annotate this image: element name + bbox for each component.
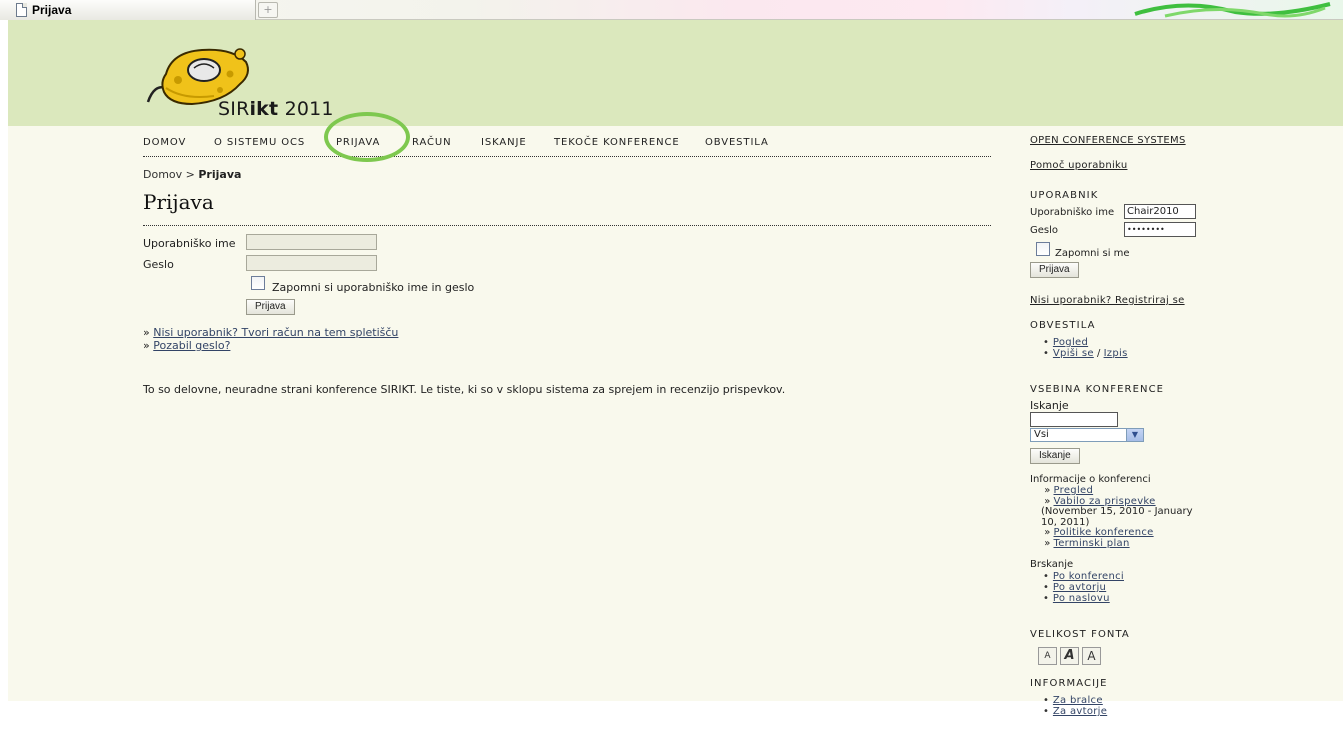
info-authors-link[interactable]: Za avtorje (1053, 706, 1107, 717)
search-scope-value: Vsi (1034, 429, 1049, 440)
breadcrumb-current: Prijava (198, 168, 242, 181)
main-navigation: DOMOV O SISTEMU OCS PRIJAVA RAČUN ISKANJ… (143, 137, 991, 157)
sidebar-username-label: Uporabniško ime (1030, 207, 1115, 218)
nav-item-iskanje[interactable]: ISKANJE (481, 137, 527, 148)
browse-list: Po konferenci Po avtorju Po naslovu (1043, 571, 1124, 604)
register-link[interactable]: Nisi uporabnik? Tvori račun na tem splet… (153, 326, 398, 339)
nav-item-tekoce-konference[interactable]: TEKOČE KONFERENCE (554, 137, 680, 148)
sidebar-remember-label: Zapomni si me (1055, 248, 1130, 259)
forgot-password-link[interactable]: Pozabil geslo? (153, 339, 230, 352)
font-large-button[interactable]: A (1082, 647, 1101, 665)
info-schedule-link[interactable]: Terminski plan (1054, 538, 1130, 549)
list-item: Po konferenci (1043, 571, 1124, 582)
browse-title-link[interactable]: Po naslovu (1053, 593, 1110, 604)
user-heading: UPORABNIK (1030, 190, 1099, 201)
nav-item-domov[interactable]: DOMOV (143, 137, 186, 148)
login-button[interactable]: Prijava (246, 299, 295, 315)
password-field[interactable] (246, 255, 377, 271)
sidebar-search-input[interactable] (1030, 412, 1118, 427)
browse-heading: Brskanje (1030, 559, 1074, 570)
site-header: SIRikt 2011 (8, 20, 1343, 126)
sidebar-username-field[interactable]: Chair2010 (1124, 204, 1196, 219)
browser-tab-title: Prijava (32, 3, 72, 17)
sidebar-login-button[interactable]: Prijava (1030, 262, 1079, 278)
nav-item-racun[interactable]: RAČUN (412, 137, 452, 148)
help-link[interactable]: Pomoč uporabniku (1030, 160, 1127, 171)
sidebar-search-button[interactable]: Iskanje (1030, 448, 1080, 464)
font-size-heading: VELIKOST FONTA (1030, 629, 1130, 640)
register-link-row: » Nisi uporabnik? Tvori račun na tem spl… (143, 326, 399, 339)
font-small-button[interactable]: A (1038, 647, 1057, 665)
breadcrumb-home[interactable]: Domov (143, 168, 182, 181)
conference-info-heading: Informacije o konferenci (1030, 474, 1151, 485)
notices-heading: OBVESTILA (1030, 320, 1096, 331)
list-item: Pogled (1043, 337, 1128, 348)
nav-item-obvestila[interactable]: OBVESTILA (705, 137, 769, 148)
font-default-button[interactable]: A (1060, 647, 1079, 665)
page-icon (16, 3, 27, 17)
password-label: Geslo (143, 258, 174, 271)
sidebar-remember-checkbox[interactable] (1036, 242, 1050, 256)
notices-unsubscribe-link[interactable]: Izpis (1104, 348, 1128, 359)
browse-author-link[interactable]: Po avtorju (1053, 582, 1106, 593)
information-heading: INFORMACIJE (1030, 678, 1108, 689)
list-item: Po avtorju (1043, 582, 1124, 593)
notices-list: Pogled Vpiši se / Izpis (1043, 337, 1128, 359)
breadcrumb-separator: > (185, 168, 195, 181)
search-scope-select[interactable]: Vsi ▼ (1030, 428, 1144, 442)
highlight-circle (324, 112, 410, 162)
chevron-down-icon[interactable]: ▼ (1126, 429, 1143, 441)
list-item: Po naslovu (1043, 593, 1124, 604)
username-label: Uporabniško ime (143, 237, 236, 250)
notices-view-link[interactable]: Pogled (1053, 337, 1088, 348)
ocs-link[interactable]: OPEN CONFERENCE SYSTEMS (1030, 135, 1186, 146)
conference-content-heading: VSEBINA KONFERENCE (1030, 384, 1165, 395)
site-logo-text: SIRikt 2011 (218, 98, 334, 120)
remember-label: Zapomni si uporabniško ime in geslo (272, 281, 475, 294)
info-overview-link[interactable]: Pregled (1054, 485, 1094, 496)
page-title: Prijava (143, 188, 991, 226)
decorative-leaf-icon (1134, 2, 1331, 18)
info-policies-link[interactable]: Politike konference (1054, 527, 1154, 538)
info-dates: (November 15, 2010 - January (1041, 506, 1193, 517)
page: SIRikt 2011 DOMOV O SISTEMU OCS PRIJAVA … (8, 20, 1343, 717)
information-list: Za bralce Za avtorje (1043, 695, 1107, 717)
conference-info-list: » Pregled » Vabilo za prispevke (Novembe… (1041, 485, 1193, 549)
new-tab-button[interactable]: + (258, 2, 278, 18)
breadcrumb: Domov > Prijava (143, 168, 241, 181)
remember-checkbox[interactable] (251, 276, 265, 290)
sidebar-password-field[interactable]: •••••••• (1124, 222, 1196, 237)
list-item: Za bralce (1043, 695, 1107, 706)
username-field[interactable] (246, 234, 377, 250)
search-label: Iskanje (1030, 399, 1069, 412)
list-item: » Terminski plan (1044, 537, 1130, 549)
sidebar-password-label: Geslo (1030, 225, 1059, 236)
nav-item-o-sistemu-ocs[interactable]: O SISTEMU OCS (214, 137, 305, 148)
notice-text: To so delovne, neuradne strani konferenc… (143, 383, 786, 396)
notices-subscribe-link[interactable]: Vpiši se (1053, 348, 1094, 359)
browse-conference-link[interactable]: Po konferenci (1053, 571, 1124, 582)
info-readers-link[interactable]: Za bralce (1053, 695, 1103, 706)
forgot-link-row: » Pozabil geslo? (143, 339, 231, 352)
browser-tab-strip: Prijava + (0, 0, 1343, 20)
sidebar-register-link[interactable]: Nisi uporabnik? Registriraj se (1030, 295, 1185, 306)
browser-tab[interactable]: Prijava (0, 0, 256, 20)
list-item: Vpiši se / Izpis (1043, 348, 1128, 359)
info-cfp-link[interactable]: Vabilo za prispevke (1054, 496, 1156, 507)
list-item: Za avtorje (1043, 706, 1107, 717)
